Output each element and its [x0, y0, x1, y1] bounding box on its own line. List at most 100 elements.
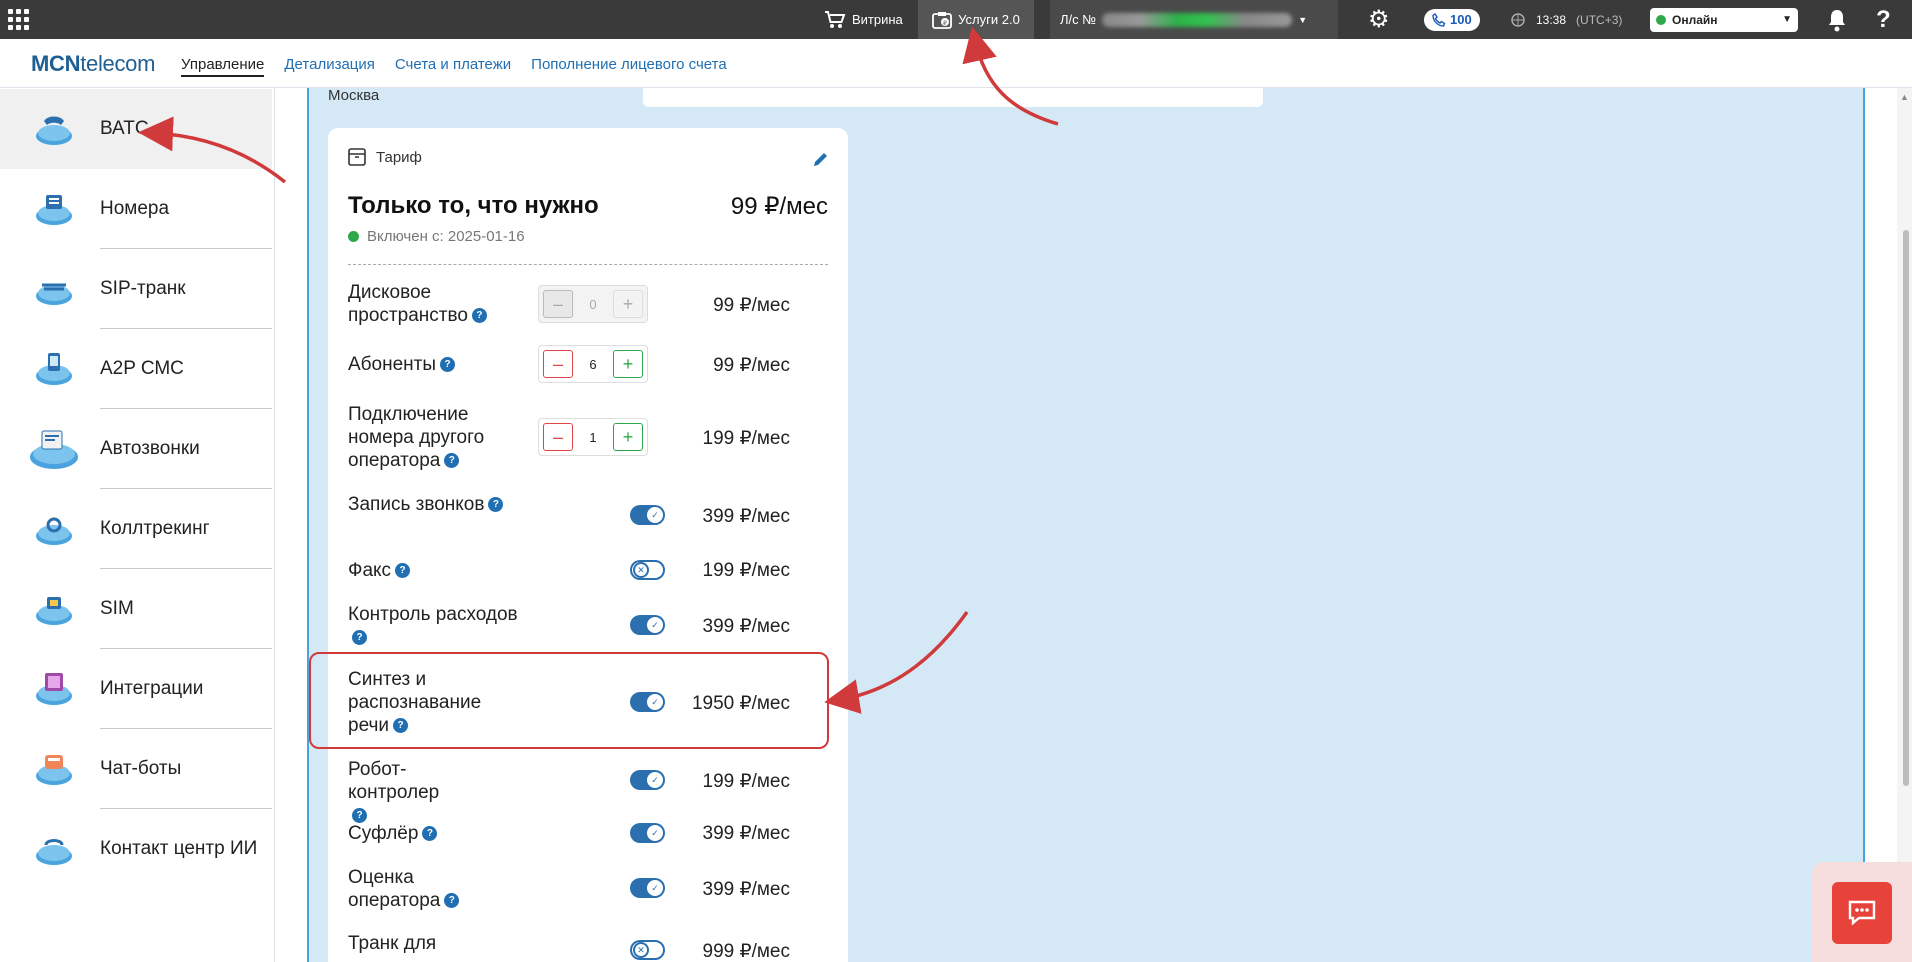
- cart-icon: [825, 10, 846, 28]
- calls-counter[interactable]: 100: [1424, 0, 1480, 39]
- settings-gear-icon[interactable]: ⚙: [1368, 0, 1390, 39]
- option-row-expense-control: Контроль расходов? ✓ 399 ₽/мес: [348, 603, 828, 651]
- option-label: Транк для: [348, 933, 437, 954]
- account-prefix: Л/с №: [1060, 12, 1097, 27]
- other-operator-stepper: – 1 +: [538, 418, 648, 456]
- fax-toggle[interactable]: ✕: [630, 560, 665, 580]
- sidebar-item-label: Номера: [100, 198, 170, 219]
- sidebar-item-chatbots[interactable]: Чат-боты: [0, 729, 272, 809]
- option-row-operator-rating: Оценка оператора? ✓ 399 ₽/мес: [348, 866, 828, 914]
- trunk-toggle[interactable]: ✕: [630, 940, 665, 960]
- status-select[interactable]: Онлайн ▼: [1650, 0, 1798, 39]
- nav-link-details[interactable]: Детализация: [284, 56, 375, 77]
- option-price: 399 ₽/мес: [702, 616, 790, 637]
- option-label: Подключение номера другого оператора?: [348, 404, 485, 471]
- option-price: 199 ₽/мес: [702, 560, 790, 581]
- sidebar-item-label: SIM: [100, 598, 134, 619]
- sidebar-item-sip-trunk[interactable]: SIP-транк: [0, 249, 272, 329]
- plus-button[interactable]: +: [612, 423, 643, 451]
- scrollbar-thumb[interactable]: [1903, 230, 1909, 786]
- option-label: Робот-контролер?: [348, 759, 440, 824]
- option-price: 199 ₽/мес: [702, 428, 790, 449]
- autocall-cloud-icon: [28, 423, 80, 475]
- phone-icon: [1432, 12, 1446, 27]
- edit-pencil-icon[interactable]: [812, 150, 830, 173]
- sidebar-item-integrations[interactable]: Интеграции: [0, 649, 272, 729]
- sidebar-item-calltracking[interactable]: Коллтрекинг: [0, 489, 272, 569]
- chat-widget-button[interactable]: [1832, 882, 1892, 944]
- help-icon[interactable]: ?: [422, 826, 438, 842]
- option-label: Факс?: [348, 559, 528, 582]
- help-icon[interactable]: ?: [352, 630, 367, 646]
- dashed-divider: [348, 264, 828, 265]
- calls-count: 100: [1450, 12, 1472, 27]
- stepper-value[interactable]: 6: [589, 357, 596, 372]
- sidebar-item-ai-contact-center[interactable]: Контакт центр ИИ: [0, 809, 272, 889]
- apps-grid-icon[interactable]: [8, 0, 30, 39]
- sidebar-item-autocalls[interactable]: Автозвонки: [0, 409, 272, 489]
- scroll-up-arrow-icon[interactable]: ▲: [1900, 92, 1909, 102]
- sidebar-item-label: ВАТС: [100, 118, 149, 139]
- status-label: Онлайн: [1672, 12, 1718, 27]
- active-status-dot: [348, 231, 359, 242]
- help-icon[interactable]: ?: [444, 453, 460, 469]
- robot-controller-toggle[interactable]: ✓: [630, 770, 665, 790]
- nav-link-management[interactable]: Управление: [181, 56, 265, 77]
- option-label: Оценка оператора?: [348, 866, 478, 912]
- chevron-down-icon: ▼: [1782, 14, 1792, 25]
- option-price: 999 ₽/мес: [702, 941, 790, 962]
- showcase-link[interactable]: Витрина: [824, 0, 903, 39]
- help-icon[interactable]: ?: [395, 563, 411, 579]
- minus-button[interactable]: –: [543, 423, 573, 451]
- plan-enabled-since: Включен с: 2025-01-16: [348, 228, 525, 245]
- prompter-toggle[interactable]: ✓: [630, 823, 665, 843]
- account-selector[interactable]: Л/с № ▼: [1050, 0, 1338, 39]
- sidebar-item-sim[interactable]: SIM: [0, 569, 272, 649]
- help-icon[interactable]: ?: [471, 308, 487, 324]
- help-question-icon[interactable]: ?: [1876, 0, 1891, 39]
- sidebar-item-a2p-sms[interactable]: A2P СМС: [0, 329, 272, 409]
- account-number-blurred: [1102, 12, 1293, 27]
- help-icon[interactable]: ?: [488, 497, 504, 513]
- option-row-fax: Факс? ✕ 199 ₽/мес: [348, 559, 828, 589]
- clock: 13:38 (UTC+3): [1510, 0, 1622, 39]
- time-value: 13:38: [1536, 12, 1567, 27]
- sim-cloud-icon: [28, 583, 80, 635]
- call-recording-toggle[interactable]: ✓: [630, 505, 665, 525]
- tariff-box-icon: [348, 148, 366, 166]
- help-icon[interactable]: ?: [444, 893, 460, 909]
- option-row-trunk: Транк для ✕ 999 ₽/мес: [348, 932, 828, 962]
- sidebar-item-vats[interactable]: ВАТС: [0, 89, 272, 169]
- sidebar-item-numbers[interactable]: Номера: [0, 169, 272, 249]
- subscribers-stepper: – 6 +: [538, 345, 648, 383]
- notifications-bell-icon[interactable]: [1826, 0, 1848, 39]
- option-label: Абоненты?: [348, 353, 528, 376]
- sip-trunk-cloud-icon: [28, 263, 80, 315]
- plus-button: +: [612, 290, 643, 318]
- minus-button[interactable]: –: [543, 350, 573, 378]
- nav-link-bills-payments[interactable]: Счета и платежи: [395, 56, 511, 77]
- option-label: Суфлёр?: [348, 822, 528, 845]
- operator-rating-toggle[interactable]: ✓: [630, 878, 665, 898]
- minus-button: –: [543, 290, 573, 318]
- calltracking-cloud-icon: [28, 503, 80, 555]
- plus-button[interactable]: +: [612, 350, 643, 378]
- sidebar: ВАТС Номера SIP-транк A2P СМС Автозвонки…: [0, 88, 275, 962]
- mcn-logo[interactable]: MCNtelecom: [31, 51, 155, 77]
- tariff-header: Тариф: [348, 148, 422, 166]
- nav-link-top-up[interactable]: Пополнение лицевого счета: [531, 56, 727, 77]
- expense-control-toggle[interactable]: ✓: [630, 615, 665, 635]
- ai-contact-center-cloud-icon: [28, 823, 80, 875]
- services-label: Услуги 2.0: [958, 12, 1020, 27]
- help-icon[interactable]: ?: [440, 357, 456, 373]
- option-price: 399 ₽/мес: [702, 823, 790, 844]
- phone-cloud-icon: [28, 103, 80, 155]
- option-price: 199 ₽/мес: [702, 771, 790, 792]
- services-button[interactable]: ₽ Услуги 2.0: [918, 0, 1034, 39]
- tariff-section-title: Тариф: [376, 148, 422, 166]
- option-row-other-operator: Подключение номера другого оператора? – …: [348, 403, 828, 473]
- location-card-bottom: [643, 88, 1263, 107]
- stepper-value[interactable]: 1: [589, 430, 596, 445]
- top-bar: Витрина ₽ Услуги 2.0 Л/с № ▼ ⚙ 100 13:38…: [0, 0, 1912, 39]
- option-row-prompter: Суфлёр? ✓ 399 ₽/мес: [348, 822, 828, 852]
